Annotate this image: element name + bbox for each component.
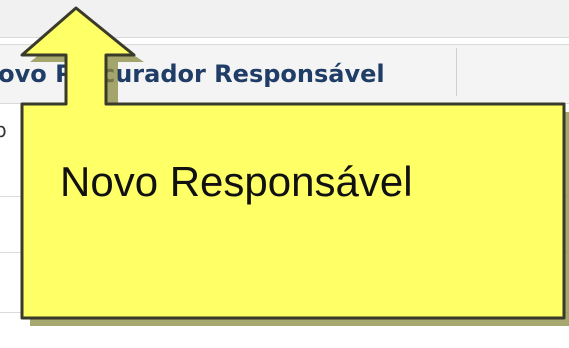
callout-label: Novo Responsável	[60, 158, 413, 205]
